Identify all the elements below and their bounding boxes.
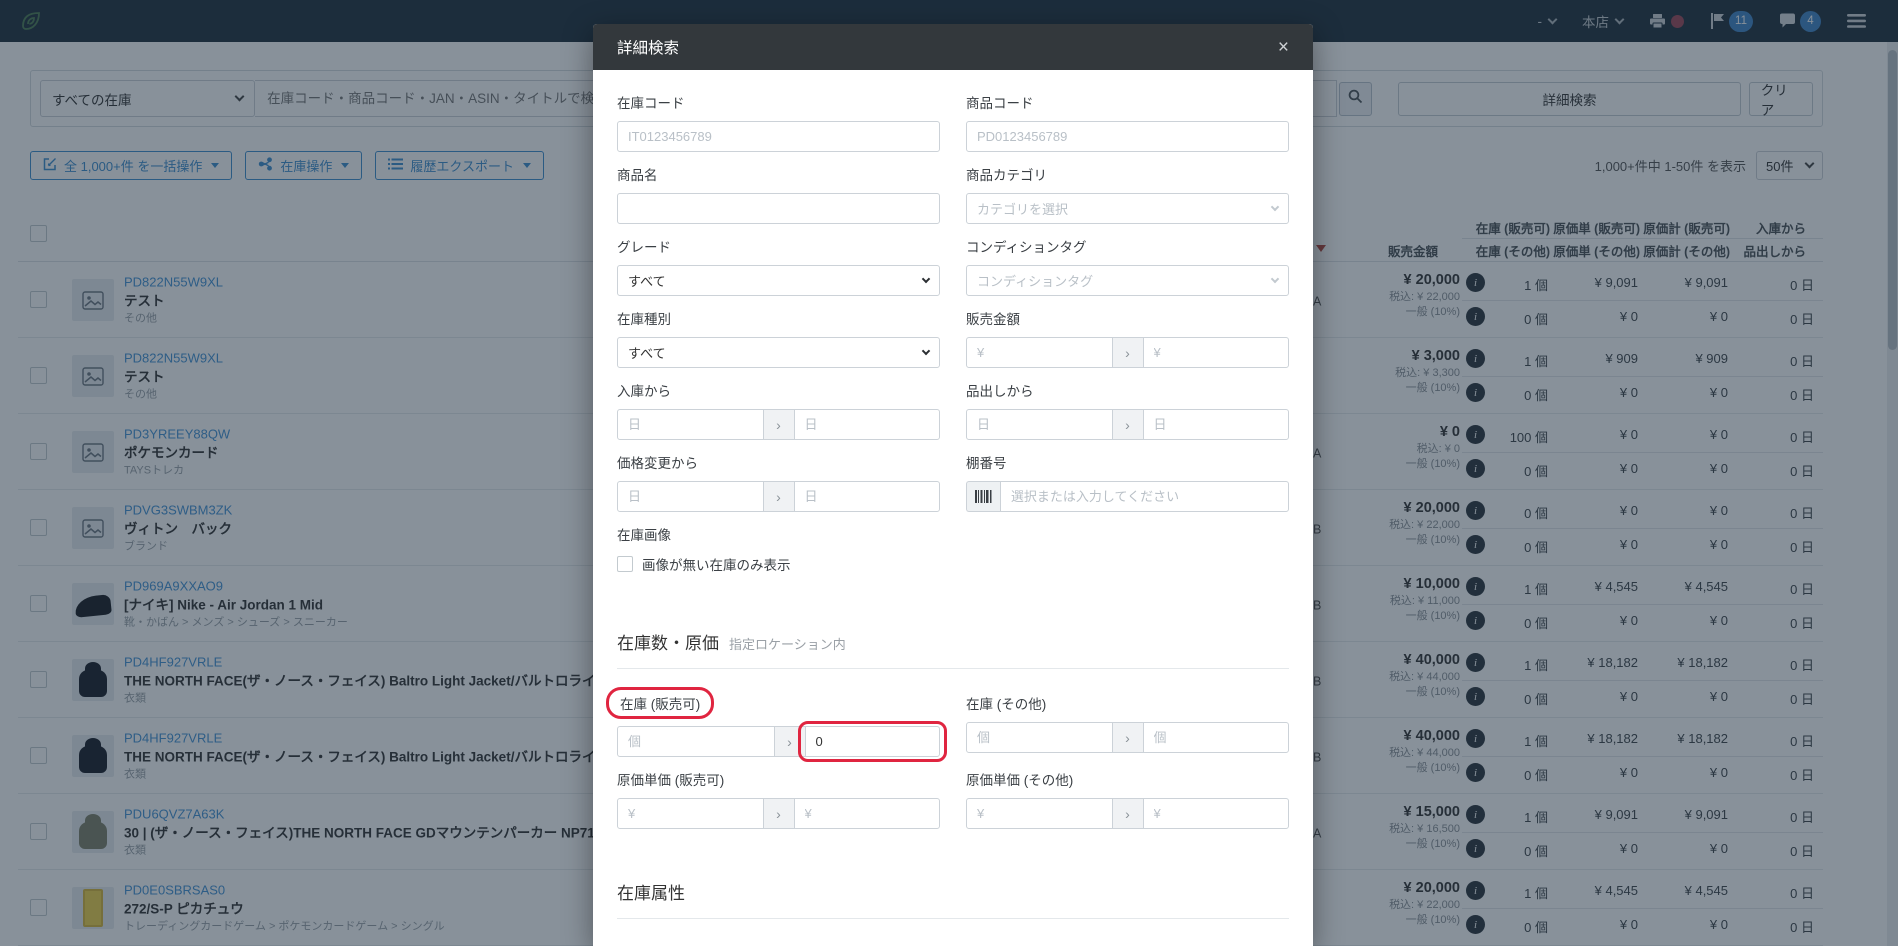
field-product-name: 商品名 bbox=[617, 164, 940, 224]
chevron-down-icon bbox=[921, 346, 931, 355]
product-category-label: 商品カテゴリ bbox=[966, 168, 1047, 183]
range-separator: › bbox=[763, 409, 794, 440]
cost-other-label: 原価単価 (その他) bbox=[966, 773, 1074, 788]
stock-other-max-input[interactable] bbox=[1142, 722, 1289, 753]
field-shelf-no: 棚番号 bbox=[966, 452, 1289, 512]
red-annotation-label-ring: 在庫 (販売可) bbox=[606, 687, 715, 719]
listed-from-label: 品出しから bbox=[966, 384, 1034, 399]
range-separator: › bbox=[1112, 409, 1143, 440]
stock-sellable-max-input[interactable] bbox=[804, 726, 940, 757]
section-stock-attributes: 在庫属性 bbox=[617, 879, 1289, 919]
section-stock-qty-cost: 在庫数・原価 指定ロケーション内 bbox=[617, 629, 1289, 669]
advanced-search-modal: 詳細検索 × 在庫コード 商品コード 商品名 商品カテゴリ bbox=[593, 24, 1313, 946]
listed-from-min-input[interactable] bbox=[966, 409, 1113, 440]
section-note: 指定ロケーション内 bbox=[729, 637, 846, 652]
field-spacer bbox=[966, 524, 1289, 575]
section-title: 在庫属性 bbox=[617, 884, 685, 903]
product-code-input[interactable] bbox=[966, 121, 1289, 152]
stored-from-label: 入庫から bbox=[617, 384, 671, 399]
stock-code-label: 在庫コード bbox=[617, 96, 685, 111]
sale-price-label: 販売金額 bbox=[966, 312, 1020, 327]
product-name-input[interactable] bbox=[617, 193, 940, 224]
price-changed-max-input[interactable] bbox=[793, 481, 940, 512]
stock-type-select[interactable]: すべて bbox=[617, 337, 940, 368]
shelf-no-input[interactable] bbox=[999, 481, 1289, 512]
stock-type-value: すべて bbox=[628, 346, 666, 361]
field-stock-type: 在庫種別 すべて bbox=[617, 308, 940, 368]
stored-from-max-input[interactable] bbox=[793, 409, 940, 440]
field-sale-price-range: 販売金額 › bbox=[966, 308, 1289, 368]
chevron-down-icon bbox=[921, 274, 931, 283]
range-separator: › bbox=[774, 726, 805, 757]
modal-header: 詳細検索 × bbox=[593, 24, 1313, 70]
field-listed-from-range: 品出しから › bbox=[966, 380, 1289, 440]
stock-other-min-input[interactable] bbox=[966, 722, 1113, 753]
range-separator: › bbox=[763, 798, 794, 829]
cost-sellable-max-input[interactable] bbox=[793, 798, 940, 829]
field-cost-sellable-range: 原価単価 (販売可) › bbox=[617, 769, 940, 829]
range-separator: › bbox=[1112, 798, 1143, 829]
chevron-down-icon bbox=[1270, 274, 1280, 283]
stock-code-input[interactable] bbox=[617, 121, 940, 152]
sale-price-max-input[interactable] bbox=[1142, 337, 1289, 368]
section-title: 在庫数・原価 bbox=[617, 634, 719, 653]
stock-other-label: 在庫 (その他) bbox=[966, 697, 1047, 712]
grade-value: すべて bbox=[628, 274, 666, 289]
app-window: - 本店 bbox=[0, 0, 1898, 946]
field-price-changed-range: 価格変更から › bbox=[617, 452, 940, 512]
modal-title: 詳細検索 bbox=[617, 40, 680, 57]
price-changed-min-input[interactable] bbox=[617, 481, 764, 512]
range-separator: › bbox=[1112, 337, 1143, 368]
close-icon[interactable]: × bbox=[1278, 38, 1289, 57]
product-category-placeholder: カテゴリを選択 bbox=[977, 202, 1069, 217]
field-grade: グレード すべて bbox=[617, 236, 940, 296]
stock-sellable-label: 在庫 (販売可) bbox=[606, 687, 940, 719]
stock-type-label: 在庫種別 bbox=[617, 312, 671, 327]
chevron-down-icon bbox=[1270, 202, 1280, 211]
field-stock-code: 在庫コード bbox=[617, 92, 940, 152]
field-product-code: 商品コード bbox=[966, 92, 1289, 152]
cost-other-max-input[interactable] bbox=[1142, 798, 1289, 829]
cost-other-min-input[interactable] bbox=[966, 798, 1113, 829]
grade-select[interactable]: すべて bbox=[617, 265, 940, 296]
grade-label: グレード bbox=[617, 240, 671, 255]
cost-sellable-min-input[interactable] bbox=[617, 798, 764, 829]
range-separator: › bbox=[1112, 722, 1143, 753]
shelf-no-label: 棚番号 bbox=[966, 456, 1007, 471]
stock-sellable-min-input[interactable] bbox=[617, 726, 775, 757]
stock-image-label: 在庫画像 bbox=[617, 528, 671, 543]
range-separator: › bbox=[763, 481, 794, 512]
no-image-checkbox[interactable] bbox=[617, 556, 633, 572]
condition-tag-label: コンディションタグ bbox=[966, 240, 1087, 255]
price-changed-label: 価格変更から bbox=[617, 456, 698, 471]
field-condition-tag: コンディションタグ コンディションタグ bbox=[966, 236, 1289, 296]
cost-sellable-label: 原価単価 (販売可) bbox=[617, 773, 725, 788]
field-cost-other-range: 原価単価 (その他) › bbox=[966, 769, 1289, 829]
field-stock-image: 在庫画像 画像が無い在庫のみ表示 bbox=[617, 524, 940, 575]
modal-body: 在庫コード 商品コード 商品名 商品カテゴリ カテゴリを選択 bbox=[593, 70, 1313, 946]
sale-price-min-input[interactable] bbox=[966, 337, 1113, 368]
barcode-icon bbox=[966, 481, 1000, 512]
field-stock-sellable-range: 在庫 (販売可) › bbox=[606, 687, 947, 762]
no-image-checkbox-label: 画像が無い在庫のみ表示 bbox=[642, 558, 791, 573]
product-category-select[interactable]: カテゴリを選択 bbox=[966, 193, 1289, 224]
listed-from-max-input[interactable] bbox=[1142, 409, 1289, 440]
condition-tag-select[interactable]: コンディションタグ bbox=[966, 265, 1289, 296]
stored-from-min-input[interactable] bbox=[617, 409, 764, 440]
field-stored-from-range: 入庫から › bbox=[617, 380, 940, 440]
condition-tag-placeholder: コンディションタグ bbox=[977, 274, 1094, 289]
field-stock-other-range: 在庫 (その他) › bbox=[966, 693, 1289, 757]
product-name-label: 商品名 bbox=[617, 168, 658, 183]
field-product-category: 商品カテゴリ カテゴリを選択 bbox=[966, 164, 1289, 224]
product-code-label: 商品コード bbox=[966, 96, 1034, 111]
